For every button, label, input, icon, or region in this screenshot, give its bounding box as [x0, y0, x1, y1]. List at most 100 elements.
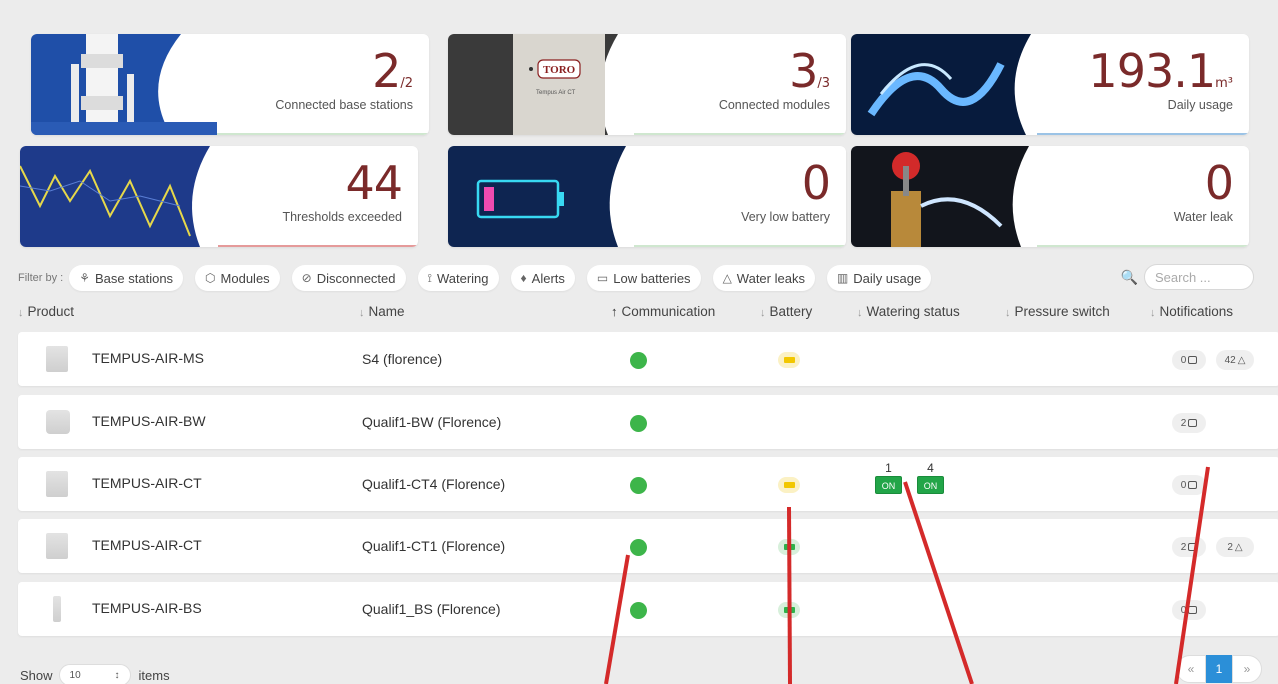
chip-label: Watering — [436, 270, 489, 286]
badge-count: 0 — [1180, 604, 1187, 616]
filter-modules[interactable]: ⬡ Modules — [195, 265, 280, 291]
zone-number: 1 — [885, 461, 892, 475]
notification-badge[interactable]: 0 — [1172, 350, 1206, 370]
communication-status-dot — [630, 539, 647, 556]
device-name[interactable]: S4 (florence) — [362, 351, 442, 367]
column-pressure[interactable]: ↓ Pressure switch — [1005, 304, 1110, 319]
prev-page-button[interactable]: « — [1176, 655, 1206, 683]
page-size-control: Show 10 ↕ items — [20, 664, 170, 684]
sort-asc-icon: ↑ — [611, 304, 618, 319]
product-thumbnail — [46, 346, 68, 372]
notification-badge[interactable]: 0 — [1172, 475, 1206, 495]
next-page-button[interactable]: » — [1232, 655, 1262, 683]
product-name: TEMPUS-AIR-BS — [92, 600, 202, 616]
device-name[interactable]: Qualif1-CT1 (Florence) — [362, 538, 505, 554]
filter-disconnected[interactable]: ⊘ Disconnected — [291, 265, 406, 291]
column-watering[interactable]: ↓ Watering status — [857, 304, 960, 319]
search-icon[interactable]: 🔍 — [1121, 269, 1138, 286]
product-name: TEMPUS-AIR-MS — [92, 350, 204, 366]
column-product[interactable]: ↓ Product — [18, 304, 74, 319]
base-station-icon: ⚘ — [79, 271, 90, 285]
card-water-leak[interactable]: 0 Water leak — [851, 146, 1249, 247]
card-caption: Water leak — [1173, 210, 1233, 224]
column-communication[interactable]: ↑ Communication — [611, 304, 715, 319]
watering-on-badge: ON — [875, 476, 902, 494]
base-station-image — [31, 34, 217, 135]
card-underline — [634, 133, 846, 135]
bell-icon: ♦ — [520, 271, 527, 285]
battery-icon — [778, 477, 800, 493]
page-1-button[interactable]: 1 — [1206, 655, 1232, 683]
alert-badge[interactable]: 42 △ — [1216, 350, 1254, 370]
table-row[interactable]: TEMPUS-AIR-MS S4 (florence) 0 42 △ — [18, 332, 1278, 386]
device-name[interactable]: Qualif1_BS (Florence) — [362, 601, 501, 617]
card-low-battery[interactable]: 0 Very low battery — [448, 146, 846, 247]
chart-icon: ▥ — [836, 271, 849, 285]
product-thumbnail — [46, 410, 70, 434]
column-battery[interactable]: ↓ Battery — [760, 304, 812, 319]
disconnected-icon: ⊘ — [301, 271, 312, 285]
updown-icon: ↕ — [114, 669, 120, 681]
table-row[interactable]: TEMPUS-AIR-BS Qualif1_BS (Florence) 0 — [18, 582, 1278, 636]
column-label: Notifications — [1159, 304, 1234, 319]
card-daily-usage[interactable]: 193.1m³ Daily usage — [851, 34, 1249, 135]
table-row[interactable]: TEMPUS-AIR-CT Qualif1-CT4 (Florence) 1 ON… — [18, 457, 1278, 511]
card-caption: Daily usage — [1167, 98, 1233, 112]
column-notifications[interactable]: ↓ Notifications — [1150, 304, 1233, 319]
table-row[interactable]: TEMPUS-AIR-CT Qualif1-CT1 (Florence) 2 2… — [18, 519, 1278, 573]
notification-badge[interactable]: 2 — [1172, 537, 1206, 557]
battery-image — [448, 146, 634, 247]
badge-count: 2 — [1180, 417, 1187, 429]
sort-icon: ↓ — [1150, 307, 1156, 319]
notification-badge[interactable]: 2 — [1172, 413, 1206, 433]
device-name[interactable]: Qualif1-CT4 (Florence) — [362, 476, 505, 492]
filter-base-stations[interactable]: ⚘ Base stations — [69, 265, 184, 291]
filter-water-leaks[interactable]: △ Water leaks — [712, 265, 815, 291]
card-modules[interactable]: TORO Tempus Air CT 3/3 Connected modules — [448, 34, 846, 135]
card-caption: Very low battery — [741, 210, 830, 224]
sort-icon: ↓ — [359, 307, 365, 319]
card-underline — [1037, 133, 1249, 135]
chip-label: Water leaks — [736, 270, 805, 286]
chip-label: Base stations — [95, 270, 174, 286]
badge-count: 2 — [1180, 541, 1187, 553]
watering-zone[interactable]: 1 ON — [875, 462, 902, 494]
card-thresholds[interactable]: 44 Thresholds exceeded — [20, 146, 418, 247]
device-name[interactable]: Qualif1-BW (Florence) — [362, 414, 501, 430]
bell-icon: △ — [1237, 354, 1246, 366]
badge-count: 0 — [1180, 354, 1187, 366]
column-name[interactable]: ↓ Name — [359, 304, 405, 319]
filter-watering[interactable]: ⟟ Watering — [417, 265, 499, 291]
communication-status-dot — [630, 477, 647, 494]
table-row[interactable]: TEMPUS-AIR-BW Qualif1-BW (Florence) 2 — [18, 395, 1278, 449]
card-underline — [1037, 245, 1249, 247]
module-brand-text: TORO — [543, 64, 576, 76]
column-label: Battery — [769, 304, 813, 319]
communication-status-dot — [630, 352, 647, 369]
zone-number: 4 — [927, 461, 934, 475]
watering-on-badge: ON — [917, 476, 944, 494]
product-thumbnail — [46, 471, 68, 497]
table-header: ↓ Product ↓ Name ↑ Communication ↓ Battery ↓… — [0, 304, 1278, 324]
page-size-select[interactable]: 10 ↕ — [58, 664, 131, 684]
chip-label: Alerts — [531, 270, 565, 286]
filter-alerts[interactable]: ♦ Alerts — [510, 265, 575, 291]
card-caption: Connected modules — [718, 98, 830, 112]
notification-badge[interactable]: 0 — [1172, 600, 1206, 620]
watering-icon: ⟟ — [427, 270, 432, 285]
filter-daily-usage[interactable]: ▥ Daily usage — [826, 265, 932, 291]
pagination: « 1 » — [1176, 654, 1262, 684]
watering-zone[interactable]: 4 ON — [917, 462, 944, 494]
search-input[interactable] — [1144, 264, 1254, 290]
valve-image — [851, 146, 1037, 247]
message-icon — [1188, 606, 1198, 614]
drop-icon: △ — [722, 271, 732, 285]
message-icon — [1188, 543, 1198, 551]
cube-icon: ⬡ — [205, 271, 216, 285]
column-label: Product — [27, 304, 75, 319]
sort-icon: ↓ — [18, 307, 24, 319]
alert-badge[interactable]: 2 △ — [1216, 537, 1254, 557]
card-base-stations[interactable]: 2/2 Connected base stations — [31, 34, 429, 135]
card-underline — [634, 245, 846, 247]
filter-low-batteries[interactable]: ▭ Low batteries — [586, 265, 701, 291]
